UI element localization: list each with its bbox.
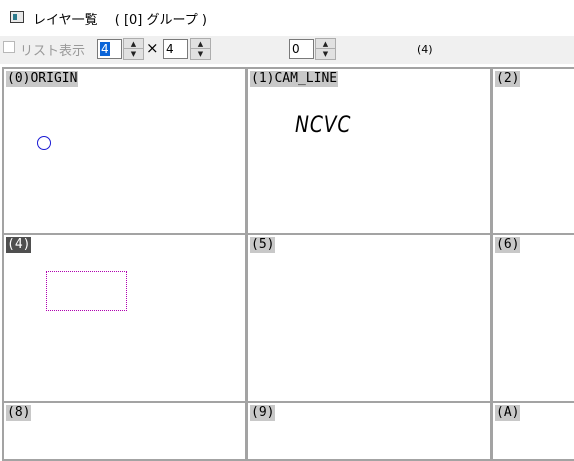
layer-label: (8)	[6, 405, 32, 421]
dotted-rectangle-shape	[46, 271, 127, 311]
layer-label: (6)	[495, 237, 521, 253]
layer-cell-cam-line[interactable]: (1)CAM_LINE NCVC	[246, 67, 492, 235]
layer-label: (1)CAM_LINE	[250, 71, 339, 87]
layer-label: (9)	[250, 405, 276, 421]
layer-cell-6[interactable]: (6)	[491, 233, 574, 403]
circle-shape	[37, 136, 51, 150]
toolbar	[0, 36, 574, 64]
group-input[interactable]: 0	[289, 39, 314, 59]
layer-cell-9[interactable]: (9)	[246, 401, 492, 461]
columns-input[interactable]: 4	[97, 39, 122, 59]
ncvc-text-shape: NCVC	[295, 113, 352, 138]
layer-count: (4)	[417, 43, 433, 56]
rows-spinner[interactable]: ▲ ▼	[190, 38, 211, 60]
layer-window-icon	[10, 11, 24, 23]
layer-cell-5[interactable]: (5)	[246, 233, 492, 403]
window-title: レイヤ一覧 ( [0] グループ )	[33, 13, 207, 28]
layer-cell-2[interactable]: (2)	[491, 67, 574, 235]
layer-label-selected: (4)	[6, 237, 32, 253]
layer-cell-8[interactable]: (8)	[2, 401, 247, 461]
title-bar: レイヤ一覧 ( [0] グループ )	[0, 0, 574, 36]
layer-label: (5)	[250, 237, 276, 253]
spinner-up-icon[interactable]: ▲	[316, 39, 335, 49]
spinner-up-icon[interactable]: ▲	[124, 39, 143, 49]
rows-input[interactable]: 4	[163, 39, 188, 59]
spinner-down-icon[interactable]: ▼	[316, 49, 335, 59]
times-symbol: ×	[146, 39, 159, 57]
layer-label: (2)	[495, 71, 521, 87]
layer-cell-a[interactable]: (A)	[491, 401, 574, 461]
spinner-down-icon[interactable]: ▼	[124, 49, 143, 59]
columns-spinner[interactable]: ▲ ▼	[123, 38, 144, 60]
spinner-down-icon[interactable]: ▼	[191, 49, 210, 59]
columns-value: 4	[100, 42, 110, 56]
layer-cell-4[interactable]: (4)	[2, 233, 247, 403]
layer-cell-origin[interactable]: (0)ORIGIN	[2, 67, 247, 235]
layer-label: (A)	[495, 405, 521, 421]
list-view-checkbox[interactable]	[3, 41, 15, 53]
spinner-up-icon[interactable]: ▲	[191, 39, 210, 49]
group-spinner[interactable]: ▲ ▼	[315, 38, 336, 60]
list-view-label: リスト表示	[20, 44, 86, 59]
layer-label: (0)ORIGIN	[6, 71, 79, 87]
layer-grid: (0)ORIGIN (1)CAM_LINE NCVC (2) (4) (5) (…	[0, 66, 574, 461]
